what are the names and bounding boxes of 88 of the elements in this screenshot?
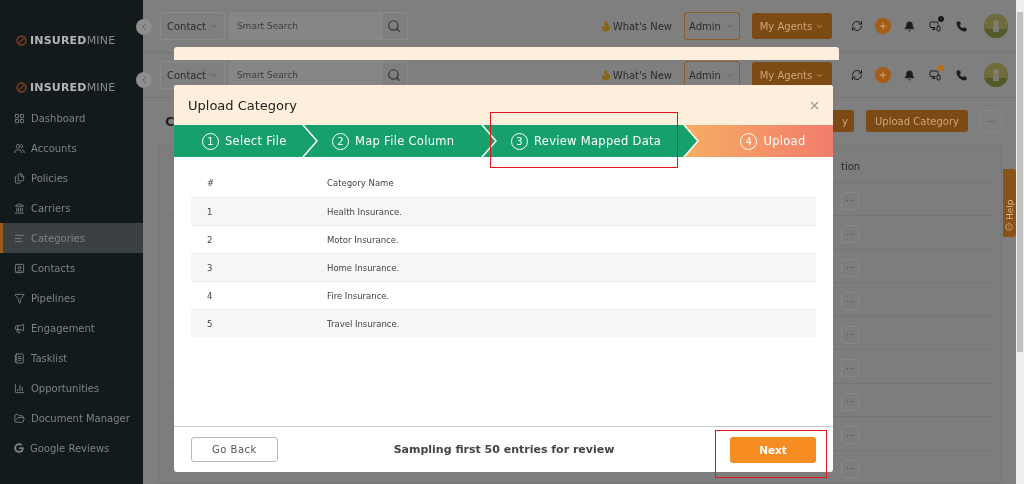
funnel-icon [14,292,25,304]
sampling-note: Sampling first 50 entries for review [393,443,615,456]
refresh-icon[interactable] [851,69,863,82]
list-icon [14,232,25,244]
table-cell-text: 4 [207,290,214,301]
chevron-left-icon [139,75,149,85]
brand-logo: INSUREDMINE [30,81,116,94]
bank-icon [14,202,25,214]
phone-icon[interactable] [955,20,967,32]
row-more-button[interactable]: ··· [841,459,859,478]
row-more-button[interactable]: ··· [841,359,859,377]
row-more-button[interactable]: ··· [841,191,859,210]
info-icon [1005,223,1014,231]
devices-icon[interactable] [929,69,941,82]
sidebar-item[interactable]: Policies [0,163,143,193]
table-cell-text: 1 [207,206,214,217]
search-icon [387,68,402,83]
phone-icon[interactable] [955,69,967,81]
column-header: # [207,178,216,188]
logo-icon [16,35,27,46]
sidebar-item[interactable]: Dashboard [0,103,143,133]
google-icon [14,443,24,453]
search-icon [387,19,402,33]
collapse-button[interactable] [136,72,152,88]
row-more-button[interactable]: ··· [841,292,859,310]
megaphone-icon [14,322,25,334]
sidebar-item[interactable]: Categories [0,223,143,253]
sidebar-item[interactable]: Accounts [0,133,143,163]
wizard-step[interactable]: 2 Map File Column [304,125,495,157]
wizard-step[interactable]: 4 Upload [685,125,833,157]
table-cell-text: Travel Insurance. [327,318,401,329]
row-more-button[interactable]: ··· [841,426,859,444]
whats-new-link[interactable]: What's New [599,20,672,32]
more-button[interactable]: ··· [980,110,1002,133]
help-tab[interactable]: Help [1003,169,1016,237]
sidebar-item[interactable]: Contacts [0,253,143,283]
table-cell-text: Home Insurance. [327,262,401,273]
page-title: C [165,113,175,129]
modal-title: Upload Category [188,97,298,113]
flame-icon [599,69,612,82]
row-more-button[interactable]: ··· [841,225,859,243]
table-cell-text: 3 [207,262,214,273]
bell-icon[interactable] [903,69,915,81]
row-more-button[interactable]: ··· [841,325,859,344]
sidebar-item[interactable]: Document Manager [0,403,143,433]
whats-new-link[interactable]: What's New [599,69,672,82]
table-cell-text: Health Insurance. [327,206,404,217]
plus-icon [878,21,888,31]
row-more-button[interactable]: ··· [841,258,859,277]
sidebar-item[interactable]: Google Reviews [0,433,143,463]
refresh-icon[interactable] [851,20,863,32]
role-dropdown[interactable]: Admin [684,12,740,40]
bar-chart-icon [14,382,25,394]
bell-icon[interactable] [903,20,915,32]
table-cell-text: 2 [207,234,214,245]
scrollbar[interactable] [1016,0,1024,484]
wizard-step[interactable]: 3 Review Mapped Data [483,125,697,157]
users-icon [14,142,25,154]
contact-card-icon [14,262,25,274]
scope-dropdown[interactable]: Contact [160,12,225,40]
grid-icon [14,112,25,124]
sidebar-item[interactable]: Tasklist [0,343,143,373]
upload-category-button[interactable]: Upload Category [866,110,968,133]
table-cell-text: Motor Insurance. [327,234,400,245]
table-cell-text: 5 [207,318,214,329]
sidebar-item[interactable]: Engagement [0,313,143,343]
notebook-icon [14,352,25,364]
go-back-button[interactable]: Go Back [191,437,278,462]
sidebar-item[interactable]: Opportunities [0,373,143,403]
folder-icon [14,412,25,424]
files-icon [14,172,25,184]
sidebar-item[interactable]: Carriers [0,193,143,223]
search-field[interactable]: Smart Search [228,12,382,40]
plus-icon [878,70,888,81]
devices-icon[interactable] [929,20,941,32]
wizard-step[interactable]: 1 Select File [174,125,316,157]
logo-icon [16,82,27,93]
collapse-button[interactable] [136,19,152,35]
sidebar-item[interactable]: Pipelines [0,283,143,313]
row-more-button[interactable]: ··· [841,392,859,411]
next-button[interactable]: Next [730,436,816,463]
flame-icon [599,20,612,32]
brand-logo: INSUREDMINE [30,34,116,47]
column-header: Category Name [327,178,395,188]
table-cell-text: Fire Insurance. [327,290,391,301]
agents-button[interactable]: My Agents [752,13,832,39]
column-header: tion [841,161,862,172]
chevron-left-icon [139,22,149,32]
